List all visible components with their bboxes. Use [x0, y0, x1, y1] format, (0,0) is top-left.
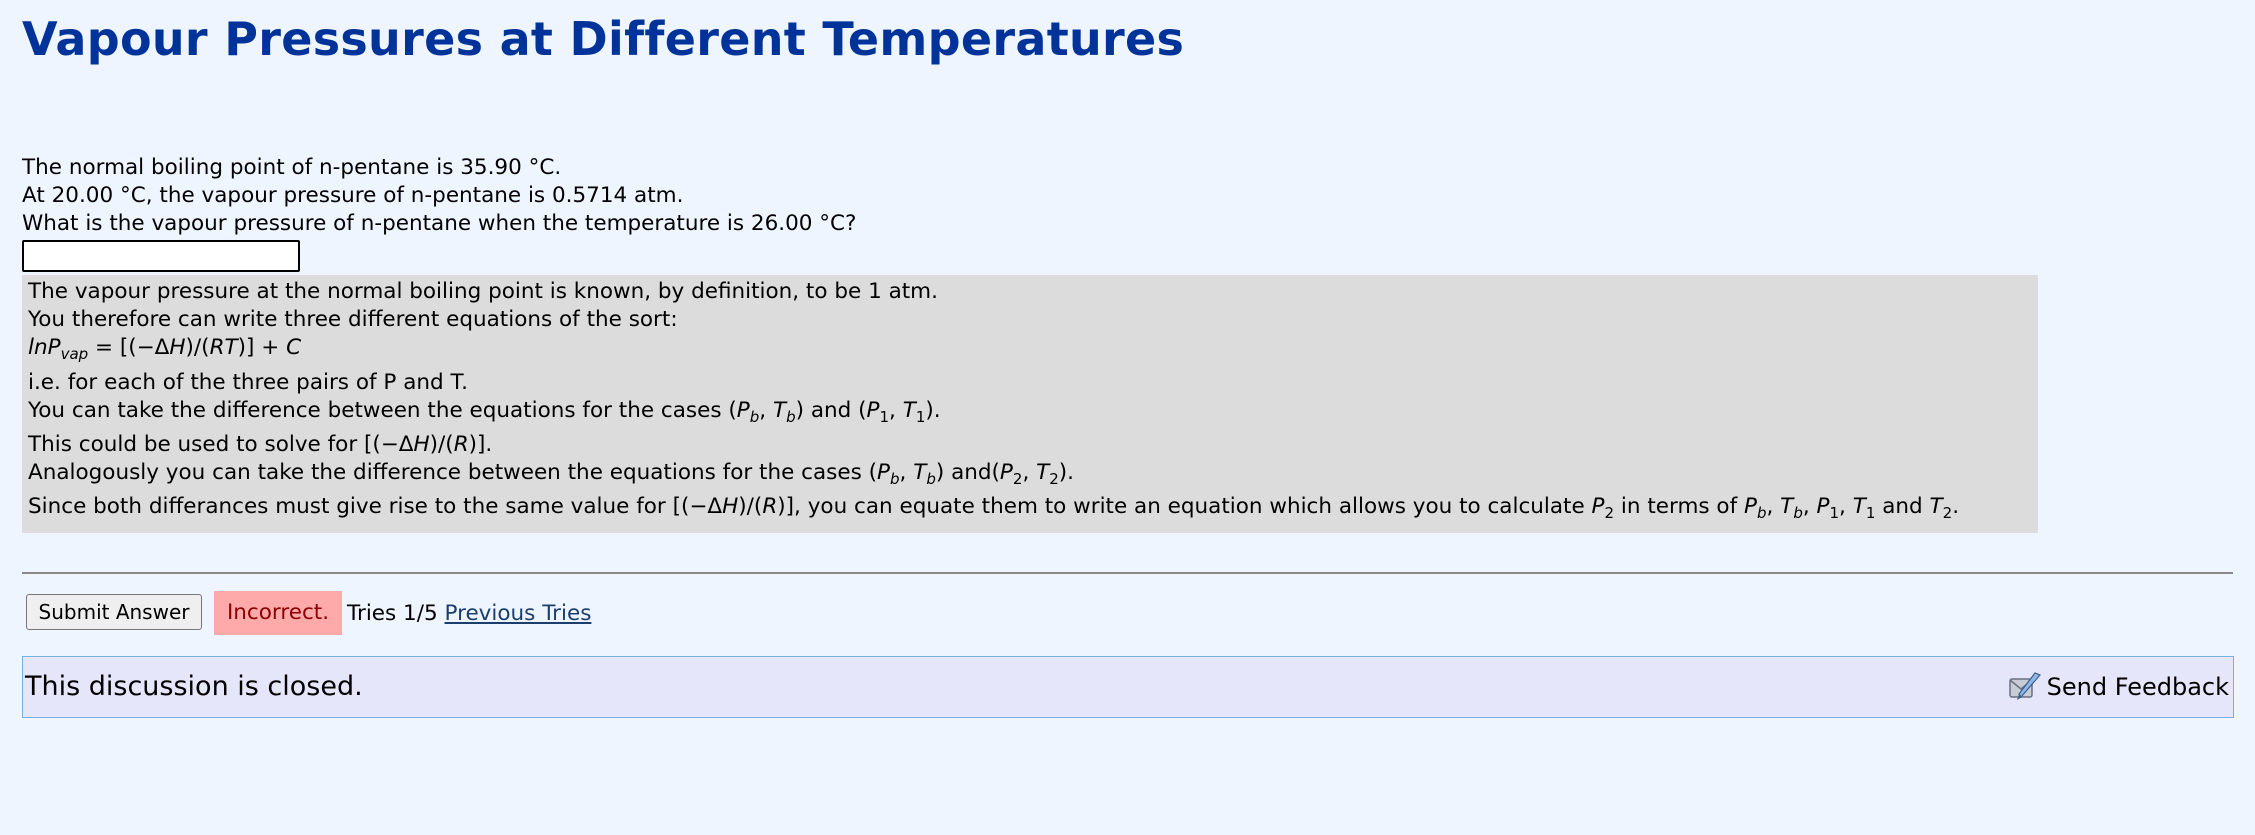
send-feedback-label: Send Feedback	[2046, 673, 2229, 701]
hint-line: You therefore can write three different …	[28, 307, 678, 332]
answer-input[interactable]	[22, 240, 300, 272]
hint-line: The vapour pressure at the normal boilin…	[28, 279, 938, 304]
problem-line: At 20.00 °C, the vapour pressure of n-pe…	[22, 183, 684, 208]
discussion-panel: This discussion is closed. Send Feedback	[22, 656, 2234, 718]
hint-line: This could be used to solve for [(−ΔH)/(…	[28, 432, 493, 457]
tries-count: Tries 1/5	[347, 601, 438, 626]
discussion-closed-text: This discussion is closed.	[25, 671, 363, 702]
hint-equation: lnPvap = [(−ΔH)/(RT)] + C	[28, 335, 302, 363]
problem-statement: The normal boiling point of n-pentane is…	[22, 154, 856, 238]
hint-line: You can take the difference between the …	[28, 398, 941, 426]
page-title: Vapour Pressures at Different Temperatur…	[22, 12, 1185, 66]
problem-line: The normal boiling point of n-pentane is…	[22, 155, 562, 180]
send-feedback-button[interactable]: Send Feedback	[2007, 667, 2229, 707]
hint-line: Analogously you can take the difference …	[28, 460, 1075, 488]
section-divider	[22, 572, 2233, 574]
hint-line: i.e. for each of the three pairs of P an…	[28, 370, 468, 395]
problem-line: What is the vapour pressure of n-pentane…	[22, 211, 857, 236]
feedback-icon	[2007, 669, 2043, 705]
hint-line: Since both differances must give rise to…	[28, 494, 1960, 522]
hint-box: The vapour pressure at the normal boilin…	[22, 275, 2038, 533]
page: Vapour Pressures at Different Temperatur…	[0, 0, 2255, 835]
tries-info: Tries 1/5 Previous Tries	[347, 600, 591, 628]
status-badge: Incorrect.	[214, 591, 342, 635]
previous-tries-link[interactable]: Previous Tries	[445, 601, 592, 626]
submit-answer-button[interactable]: Submit Answer	[26, 594, 202, 630]
